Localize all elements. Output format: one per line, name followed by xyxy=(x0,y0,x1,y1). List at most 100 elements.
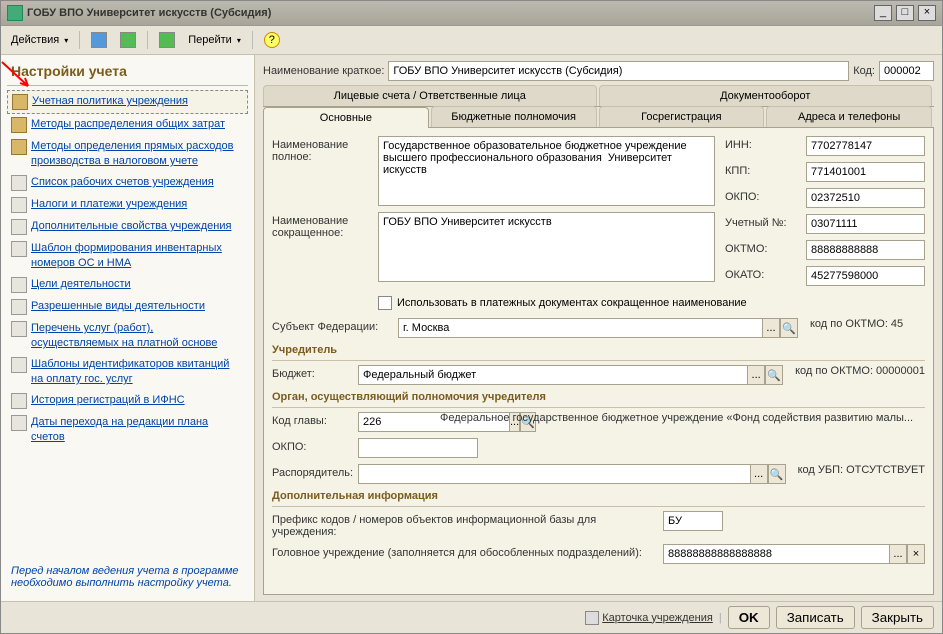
okpo2-input[interactable] xyxy=(358,438,478,458)
prefix-label: Префикс кодов / номеров объектов информа… xyxy=(272,511,657,538)
sidebar-item-direct-costs[interactable]: Методы определения прямых расходов произ… xyxy=(7,136,248,172)
ok-button[interactable]: OK xyxy=(728,606,770,629)
actions-menu[interactable]: Действия xyxy=(6,31,73,49)
sidebar-item-addl-props[interactable]: Дополнительные свойства учреждения xyxy=(7,216,248,238)
code-input[interactable] xyxy=(879,61,934,81)
toolbar-btn-3[interactable] xyxy=(154,29,180,51)
head-select-button[interactable]: ... xyxy=(889,544,907,564)
sidebar-item-cost-methods[interactable]: Методы распределения общих затрат xyxy=(7,114,248,136)
founder-section-title: Учредитель xyxy=(272,344,925,356)
minimize-button[interactable]: _ xyxy=(874,5,892,21)
subject-suffix: код по ОКТМО: 45 xyxy=(810,318,903,330)
tab-panel-main: Наименование полное: Государственное обр… xyxy=(263,128,934,595)
sidebar-item-accounting-policy[interactable]: Учетная политика учреждения xyxy=(7,90,248,114)
toolbar-btn-2[interactable] xyxy=(115,29,141,51)
app-icon xyxy=(7,5,23,21)
doc-icon xyxy=(11,219,27,235)
maximize-button[interactable]: □ xyxy=(896,5,914,21)
kpp-input[interactable] xyxy=(806,162,925,182)
sidebar-item-paid-services[interactable]: Перечень услуг (работ), осуществляемых н… xyxy=(7,318,248,354)
save-icon xyxy=(91,32,107,48)
inn-input[interactable] xyxy=(806,136,925,156)
budget-select-button[interactable]: ... xyxy=(747,365,765,385)
doc-icon xyxy=(11,175,27,191)
close-button[interactable]: × xyxy=(918,5,936,21)
doc-icon xyxy=(11,415,27,431)
okato-label: ОКАТО: xyxy=(725,266,800,281)
subject-search-button[interactable]: 🔍 xyxy=(780,318,798,338)
subject-input[interactable] xyxy=(398,318,762,338)
help-icon: ? xyxy=(264,32,280,48)
sidebar-item-goals[interactable]: Цели деятельности xyxy=(7,274,248,296)
save-button[interactable]: Записать xyxy=(776,606,855,629)
okato-input[interactable] xyxy=(806,266,925,286)
doc-icon xyxy=(11,321,27,337)
tab-accounts-persons[interactable]: Лицевые счета / Ответственные лица xyxy=(263,85,597,106)
wrench-icon xyxy=(12,94,28,110)
short-name-input[interactable] xyxy=(388,61,849,81)
sidebar-item-taxes[interactable]: Налоги и платежи учреждения xyxy=(7,194,248,216)
goto-menu[interactable]: Перейти xyxy=(183,31,246,49)
oktmo-input[interactable] xyxy=(806,240,925,260)
rasp-search-button[interactable]: 🔍 xyxy=(768,464,786,484)
uch-label: Учетный №: xyxy=(725,214,800,229)
tab-doc-flow[interactable]: Документооборот xyxy=(599,85,933,106)
sidebar-item-accounts-list[interactable]: Список рабочих счетов учреждения xyxy=(7,172,248,194)
sidebar-note: Перед началом ведения учета в программе … xyxy=(7,559,248,595)
rasp-label: Распорядитель: xyxy=(272,464,352,479)
okpo-input[interactable] xyxy=(806,188,925,208)
tab-addresses[interactable]: Адреса и телефоны xyxy=(766,106,932,127)
use-short-checkbox[interactable] xyxy=(378,296,392,310)
sidebar-item-receipt-ids[interactable]: Шаблоны идентификаторов квитанций на опл… xyxy=(7,354,248,390)
organ-section-title: Орган, осуществляющий полномочия учредит… xyxy=(272,391,925,403)
tab-main[interactable]: Основные xyxy=(263,107,429,128)
inn-label: ИНН: xyxy=(725,136,800,151)
rasp-input[interactable] xyxy=(358,464,750,484)
short-name-label: Наименование краткое: xyxy=(263,65,384,77)
subject-select-button[interactable]: ... xyxy=(762,318,780,338)
short2-input[interactable]: ГОБУ ВПО Университет искусств xyxy=(378,212,715,282)
sidebar-item-allowed-activities[interactable]: Разрешенные виды деятельности xyxy=(7,296,248,318)
reorder-icon xyxy=(120,32,136,48)
sidebar-item-inv-numbers[interactable]: Шаблон формирования инвентарных номеров … xyxy=(7,238,248,274)
wrench-icon xyxy=(11,139,27,155)
chapter-text: Федеральное государственное бюджетное уч… xyxy=(440,412,925,424)
doc-icon xyxy=(11,393,27,409)
doc-icon xyxy=(11,357,27,373)
head-label: Головное учреждение (заполняется для обо… xyxy=(272,544,657,559)
doc-icon xyxy=(11,197,27,213)
tab-budget-auth[interactable]: Бюджетные полномочия xyxy=(431,106,597,127)
kpp-label: КПП: xyxy=(725,162,800,177)
full-name-input[interactable]: Государственное образовательное бюджетно… xyxy=(378,136,715,206)
sidebar-item-ifns-history[interactable]: История регистраций в ИФНС xyxy=(7,390,248,412)
sidebar-heading: Настройки учета xyxy=(7,61,248,81)
doc-icon xyxy=(11,277,27,293)
footer: Карточка учреждения | OK Записать Закрыт… xyxy=(1,601,942,633)
full-name-label: Наименование полное: xyxy=(272,136,372,163)
main-panel: Наименование краткое: Код: Лицевые счета… xyxy=(255,55,942,601)
nav-icon xyxy=(159,32,175,48)
prefix-input[interactable] xyxy=(663,511,723,531)
tab-gov-reg[interactable]: Госрегистрация xyxy=(599,106,765,127)
budget-search-button[interactable]: 🔍 xyxy=(765,365,783,385)
rasp-select-button[interactable]: ... xyxy=(750,464,768,484)
addl-section-title: Дополнительная информация xyxy=(272,490,925,502)
window-title: ГОБУ ВПО Университет искусств (Субсидия) xyxy=(27,7,874,19)
head-clear-button[interactable]: × xyxy=(907,544,925,564)
head-input[interactable] xyxy=(663,544,889,564)
okpo-label: ОКПО: xyxy=(725,188,800,203)
doc-icon xyxy=(11,299,27,315)
rasp-suffix: код УБП: ОТСУТСТВУЕТ xyxy=(798,464,925,476)
code-label: Код: xyxy=(853,65,875,77)
budget-suffix: код по ОКТМО: 00000001 xyxy=(795,365,925,377)
budget-input[interactable] xyxy=(358,365,747,385)
sidebar-item-plan-dates[interactable]: Даты перехода на редакции плана счетов xyxy=(7,412,248,448)
toolbar: Действия Перейти ? xyxy=(1,26,942,55)
help-button[interactable]: ? xyxy=(259,29,285,51)
printer-icon xyxy=(585,611,599,625)
wrench-icon xyxy=(11,117,27,133)
toolbar-btn-1[interactable] xyxy=(86,29,112,51)
print-card-link[interactable]: Карточка учреждения xyxy=(585,611,713,625)
close-window-button[interactable]: Закрыть xyxy=(861,606,934,629)
uch-input[interactable] xyxy=(806,214,925,234)
